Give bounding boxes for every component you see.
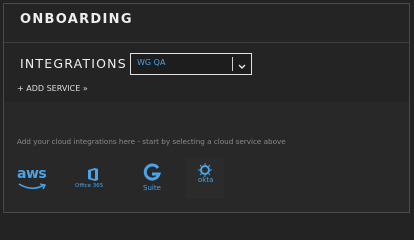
service-office365[interactable]: Office 365	[72, 160, 112, 198]
service-aws[interactable]: aws	[14, 160, 50, 198]
office365-logo-icon	[88, 168, 98, 181]
okta-label: okta	[198, 176, 214, 184]
aws-logo-icon: aws	[17, 166, 47, 182]
chevron-down-icon[interactable]	[235, 58, 249, 70]
integration-select-value: WG QA	[137, 58, 166, 67]
add-service-link[interactable]: + ADD SERVICE »	[17, 84, 88, 93]
integrations-label: INTEGRATIONS	[20, 56, 127, 71]
g-suite-logo-icon	[143, 163, 161, 181]
service-okta[interactable]: okta	[186, 158, 224, 199]
aws-smile-icon	[18, 183, 47, 190]
office365-label: Office 365	[75, 183, 104, 189]
gsuite-label: Suite	[143, 184, 161, 192]
page-title: ONBOARDING	[20, 12, 133, 27]
select-divider	[232, 57, 233, 71]
okta-logo-icon	[198, 163, 212, 177]
service-gsuite[interactable]: Suite	[139, 160, 165, 198]
hint-text: Add your cloud integrations here - start…	[17, 137, 286, 146]
integration-select[interactable]: WG QA	[130, 53, 252, 75]
panel-header: ONBOARDING	[4, 4, 409, 43]
